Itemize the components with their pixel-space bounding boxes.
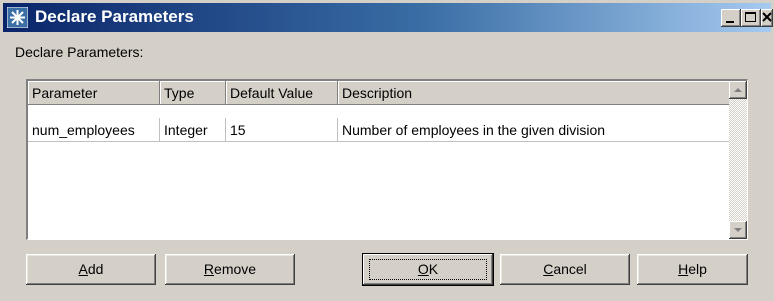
focus-rectangle xyxy=(369,259,487,280)
declare-parameters-dialog: Declare Parameters Declare Parameters: P… xyxy=(0,0,774,301)
maximize-button[interactable] xyxy=(741,9,761,27)
minimize-button[interactable] xyxy=(721,9,741,27)
title-bar[interactable]: Declare Parameters xyxy=(3,3,773,32)
column-header-parameter[interactable]: Parameter xyxy=(28,81,160,105)
cell-type[interactable]: Integer xyxy=(160,118,226,142)
table-header: Parameter Type Default Value Description xyxy=(28,81,736,105)
scroll-up-button[interactable] xyxy=(729,81,747,99)
parameters-table[interactable]: Parameter Type Default Value Description… xyxy=(26,79,748,240)
cell-parameter[interactable]: num_employees xyxy=(28,118,160,142)
section-label: Declare Parameters: xyxy=(15,44,144,60)
remove-mnemonic: R xyxy=(203,261,215,277)
add-button[interactable]: Add xyxy=(26,254,156,285)
arrow-down-icon xyxy=(734,228,742,232)
minimize-icon xyxy=(726,21,734,23)
maximize-icon xyxy=(745,12,756,22)
arrow-up-icon xyxy=(734,88,742,92)
vertical-scrollbar[interactable] xyxy=(729,81,747,239)
add-label: dd xyxy=(87,261,104,277)
ok-button[interactable]: OK xyxy=(363,254,493,285)
column-header-default-value[interactable]: Default Value xyxy=(226,81,338,105)
help-label: elp xyxy=(688,261,707,277)
cancel-label: ancel xyxy=(553,261,587,277)
cancel-mnemonic: C xyxy=(543,261,554,277)
add-mnemonic: A xyxy=(78,261,88,277)
cancel-button[interactable]: Cancel xyxy=(500,254,630,285)
column-header-description[interactable]: Description xyxy=(338,81,736,105)
table-row[interactable]: num_employees Integer 15 Number of emplo… xyxy=(28,118,736,142)
close-button[interactable] xyxy=(761,9,773,27)
help-button[interactable]: Help xyxy=(637,254,748,285)
window-title: Declare Parameters xyxy=(35,7,194,26)
remove-button[interactable]: Remove xyxy=(165,254,295,285)
scroll-down-button[interactable] xyxy=(729,221,747,239)
remove-label: emove xyxy=(214,261,257,277)
close-icon xyxy=(762,12,772,22)
cell-default-value[interactable]: 15 xyxy=(226,118,338,142)
app-star-icon xyxy=(7,7,28,28)
help-mnemonic: H xyxy=(678,261,689,277)
column-header-type[interactable]: Type xyxy=(160,81,226,105)
cell-description[interactable]: Number of employees in the given divisio… xyxy=(338,118,736,142)
